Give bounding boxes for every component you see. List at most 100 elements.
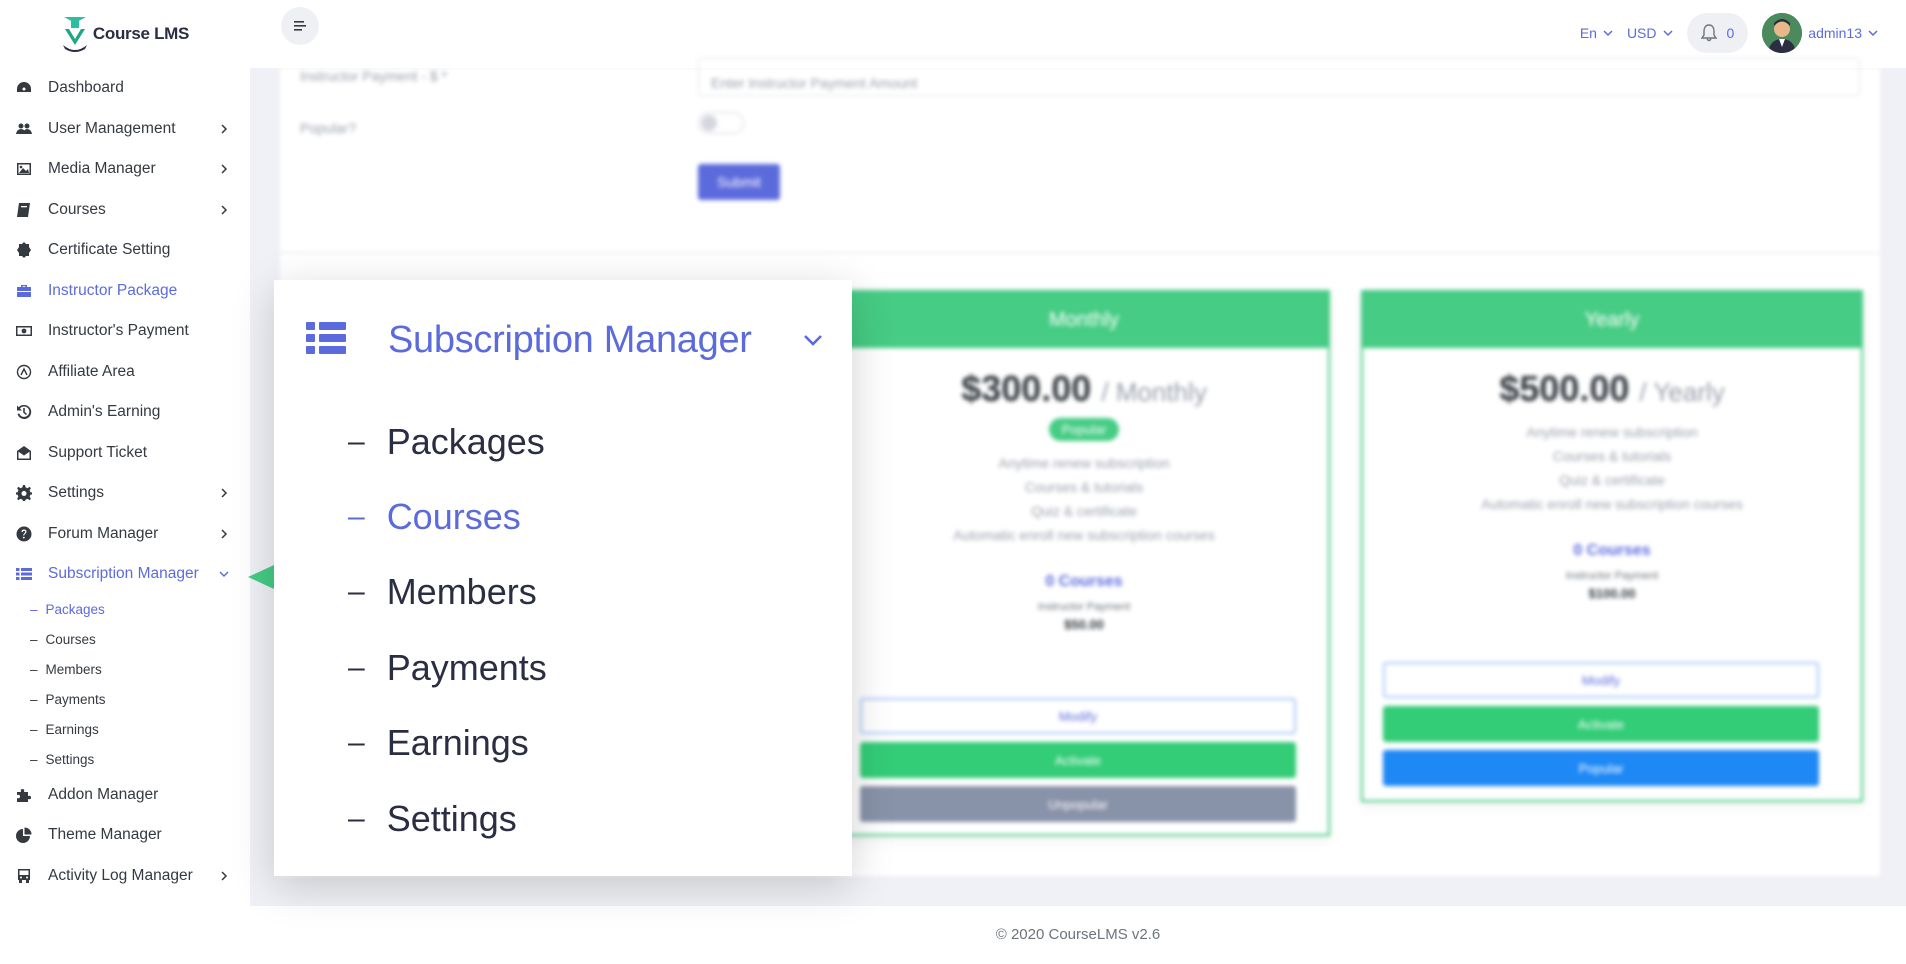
sidebar-item-label: Settings — [48, 484, 105, 502]
user-menu[interactable]: admin13 — [1762, 13, 1878, 53]
sidebar-item-addon-manager[interactable]: Addon Manager — [0, 775, 250, 816]
zoom-item-label: Settings — [386, 797, 517, 839]
sidebar-item-media-manager[interactable]: Media Manager — [0, 149, 250, 190]
popular-toggle[interactable] — [698, 112, 744, 134]
list-icon — [306, 321, 346, 360]
zoom-subscription-manager[interactable]: Subscription Manager — [306, 310, 826, 370]
footer: © 2020 CourseLMS v2.6 — [250, 906, 1906, 964]
zoom-item-courses[interactable]: – Courses — [348, 479, 547, 554]
sidebar-item-settings[interactable]: Settings — [0, 473, 250, 514]
submenu-item-label: Courses — [45, 632, 96, 647]
question-icon — [14, 524, 34, 544]
currency-value: USD — [1626, 25, 1657, 41]
sidebar-item-subscription-manager[interactable]: Subscription Manager — [0, 554, 250, 595]
sidebar-item-label: Instructor's Payment — [48, 322, 189, 340]
header-actions: En USD 0 admin13 — [1580, 12, 1878, 54]
popular-label: Popular? — [300, 120, 357, 136]
image-icon — [14, 159, 34, 179]
dash-glyph: – — [348, 650, 365, 684]
zoom-item-settings[interactable]: – Settings — [348, 781, 547, 856]
sidebar-item-label: Affiliate Area — [48, 362, 135, 380]
notifications-button[interactable]: 0 — [1686, 13, 1749, 53]
package-form-card: Instructor Payment - $ * Enter Instructo… — [280, 58, 1880, 252]
submenu-item-payments[interactable]: – Payments — [0, 685, 250, 715]
submenu-item-label: Payments — [45, 692, 106, 707]
sidebar-item-instructor-package[interactable]: Instructor Package — [0, 271, 250, 312]
zoom-item-packages[interactable]: – Packages — [348, 404, 547, 479]
sidebar-item-label: Subscription Manager — [48, 565, 199, 583]
notification-count: 0 — [1726, 25, 1735, 41]
zoom-item-label: Members — [386, 571, 537, 613]
sidebar-item-dashboard[interactable]: Dashboard — [0, 68, 250, 109]
sidebar-item-user-management[interactable]: User Management — [0, 109, 250, 150]
chevron-down-icon — [1868, 30, 1878, 37]
submenu-item-earnings[interactable]: – Earnings — [0, 715, 250, 745]
sidebar-item-label: Support Ticket — [48, 443, 148, 461]
sidebar-item-affiliate-area[interactable]: Affiliate Area — [0, 352, 250, 393]
zoom-item-label: Earnings — [386, 722, 529, 764]
submit-button[interactable]: Submit — [698, 164, 780, 200]
instructor-payment-label: Instructor Payment - $ * — [300, 68, 448, 84]
zoom-item-label: Courses — [386, 496, 521, 538]
gear-icon — [14, 483, 34, 503]
certificate-icon — [14, 240, 34, 260]
submenu-item-settings[interactable]: – Settings — [0, 745, 250, 775]
zoom-item-payments[interactable]: – Payments — [348, 630, 547, 705]
dashboard-icon — [14, 78, 34, 98]
sidebar: Course LMS Dashboard User Management Media… — [0, 0, 250, 964]
subscription-submenu: – Packages – Courses – Members – Payments – Earni… — [0, 595, 250, 775]
money-icon — [14, 321, 34, 341]
user-avatar-icon — [1762, 13, 1803, 53]
submenu-item-packages[interactable]: – Packages — [0, 595, 250, 625]
footer-text: © 2020 CourseLMS v2.6 — [995, 926, 1161, 943]
sidebar-item-label: Dashboard — [48, 79, 124, 97]
chevron-right-icon — [221, 164, 228, 174]
logo-graduate-icon — [62, 17, 87, 52]
currency-dropdown[interactable]: USD — [1627, 25, 1673, 41]
sidebar-item-courses[interactable]: Courses — [0, 190, 250, 231]
sidebar-item-activity-log-manager[interactable]: Activity Log Manager — [0, 856, 250, 897]
language-value: En — [1579, 25, 1597, 41]
sidebar-toggle-button[interactable] — [281, 7, 319, 45]
submenu-item-members[interactable]: – Members — [0, 655, 250, 685]
logo[interactable]: Course LMS — [0, 0, 250, 68]
sidebar-item-certificate-setting[interactable]: Certificate Setting — [0, 230, 250, 271]
submenu-item-courses[interactable]: – Courses — [0, 625, 250, 655]
sidebar-item-label: Instructor Package — [48, 281, 178, 299]
zoom-submenu: – Packages – Courses – Members – Payments – Earni… — [348, 404, 547, 856]
instructor-payment-input[interactable]: Enter Instructor Payment Amount — [698, 58, 1860, 96]
zoom-item-earnings[interactable]: – Earnings — [348, 706, 547, 781]
zoom-callout: Subscription Manager – Packages – Courses – M… — [274, 280, 852, 876]
sidebar-item-label: Forum Manager — [48, 524, 159, 542]
submenu-item-label: Settings — [45, 752, 95, 767]
zoom-item-members[interactable]: – Members — [348, 555, 547, 630]
sidebar-item-label: Addon Manager — [48, 785, 159, 803]
history-icon — [14, 402, 34, 422]
sidebar-item-label: Courses — [48, 200, 106, 218]
chevron-down-icon — [219, 571, 229, 578]
users-icon — [14, 119, 34, 139]
sidebar-item-theme-manager[interactable]: Theme Manager — [0, 815, 250, 856]
chevron-right-icon — [221, 488, 228, 498]
sidebar-item-forum-manager[interactable]: Forum Manager — [0, 514, 250, 555]
sidebar-item-label: Admin's Earning — [48, 403, 161, 421]
sidebar-item-label: Activity Log Manager — [48, 866, 193, 884]
sidebar-item-instructor-s-payment[interactable]: Instructor's Payment — [0, 311, 250, 352]
dash-glyph: – — [348, 801, 365, 835]
sidebar-item-label: User Management — [48, 119, 176, 137]
sidebar-item-admin-s-earning[interactable]: Admin's Earning — [0, 392, 250, 433]
chevron-down-icon — [1662, 30, 1673, 37]
chevron-down-icon — [804, 335, 822, 346]
language-dropdown[interactable]: En — [1580, 25, 1613, 41]
zoom-pointer — [248, 565, 274, 589]
puzzle-icon — [14, 785, 34, 805]
sidebar-item-label: Media Manager — [48, 160, 156, 178]
list-icon — [14, 564, 34, 584]
dash-glyph: – — [348, 575, 365, 609]
chevron-down-icon — [1603, 30, 1613, 37]
submenu-item-label: Packages — [45, 602, 105, 617]
submenu-item-label: Members — [45, 662, 102, 677]
dash-glyph: – — [30, 692, 38, 707]
sidebar-item-support-ticket[interactable]: Support Ticket — [0, 433, 250, 474]
zoom-item-label: Payments — [386, 646, 547, 688]
